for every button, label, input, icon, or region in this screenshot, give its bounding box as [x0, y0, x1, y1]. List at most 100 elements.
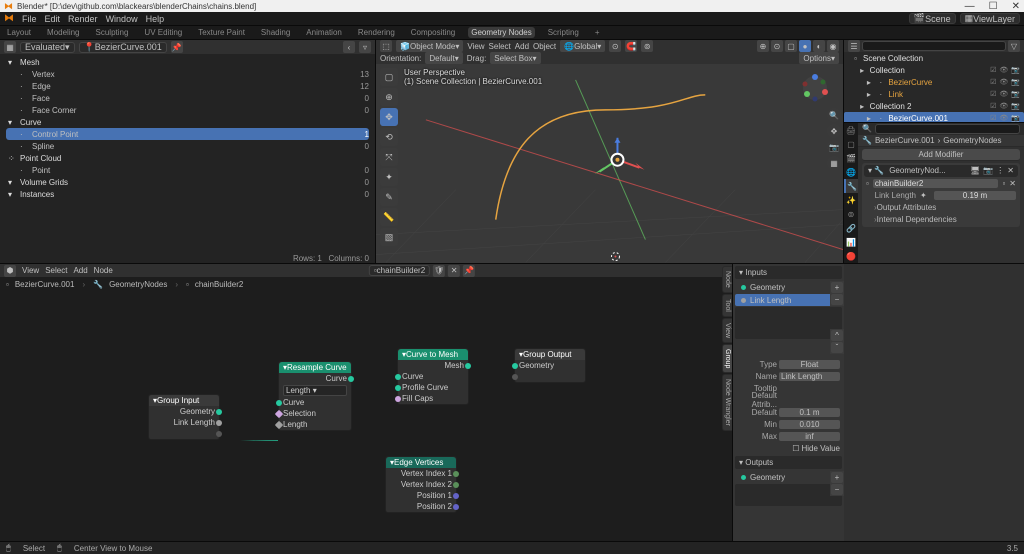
pin-group-icon[interactable]: 📌 [463, 265, 475, 277]
prop-tab-constraints-icon[interactable]: 🔗 [844, 221, 858, 235]
tab-add[interactable]: + [592, 27, 603, 38]
tool-select-icon[interactable]: ▢ [380, 68, 398, 86]
ne-tab-node[interactable]: Node [722, 266, 732, 293]
resample-mode[interactable]: Length ▾ [283, 385, 347, 396]
tab-texture[interactable]: Texture Paint [195, 27, 248, 38]
min-value[interactable]: 0.010 [779, 420, 840, 429]
zoom-icon[interactable]: 🔍 [827, 108, 841, 122]
orientation-global[interactable]: 🌐 Global ▾ [560, 40, 605, 52]
ne-menu-select[interactable]: Select [45, 266, 67, 275]
menu-render[interactable]: Render [68, 14, 98, 24]
ne-tab-wrangler[interactable]: Node Wrangler [722, 374, 732, 431]
tab-animation[interactable]: Animation [303, 27, 345, 38]
output-geometry[interactable]: Geometry [750, 473, 785, 482]
add-modifier-button[interactable]: Add Modifier [862, 149, 1020, 161]
spreadsheet-row[interactable]: ·Vertex13 [6, 68, 369, 80]
spreadsheet-row[interactable]: ·Face Corner0 [6, 104, 369, 116]
prop-tab-physics-icon[interactable]: ⊚ [844, 207, 858, 221]
scene-selector[interactable]: 🎬 Scene [909, 13, 956, 24]
maximize-icon[interactable]: ☐ [989, 1, 998, 12]
spreadsheet-row[interactable]: ▾Instances0 [6, 188, 369, 200]
outliner-row[interactable]: ▸Collection☑👁📷 [844, 64, 1024, 76]
output-remove-icon[interactable]: − [831, 484, 843, 495]
mode-selector[interactable]: 🧊 Object Mode ▾ [396, 40, 463, 52]
internal-dependencies[interactable]: Internal Dependencies [864, 213, 1018, 225]
prop-tab-render-icon[interactable]: 🖨 [844, 123, 858, 137]
ne-tab-group[interactable]: Group [722, 344, 732, 373]
viewlayer-selector[interactable]: ▦ ViewLayer [960, 13, 1020, 24]
tool-cursor-icon[interactable]: ⊕ [380, 88, 398, 106]
spreadsheet-type-icon[interactable]: ▦ [4, 41, 16, 53]
tab-layout[interactable]: Layout [4, 27, 34, 38]
nodegroup-name[interactable]: chainBuilder2 [873, 179, 999, 188]
menu-help[interactable]: Help [146, 14, 165, 24]
chevron-left-icon[interactable]: ‹ [343, 41, 355, 53]
spreadsheet-row[interactable]: ·Edge12 [6, 80, 369, 92]
outliner-row[interactable]: ▸·BezierCurve☑👁📷 [844, 76, 1024, 88]
editor-type-geo-icon[interactable]: ⬢ [4, 265, 16, 277]
shading-rendered-icon[interactable]: ◉ [827, 40, 839, 52]
node-edge-vertices[interactable]: ▾ Edge Vertices Vertex Index 1 Vertex In… [385, 456, 457, 513]
unlink-group-icon[interactable]: ✕ [448, 265, 460, 277]
node-group-input[interactable]: ▾ Group Input Geometry Link Length [148, 394, 220, 440]
spreadsheet-row[interactable]: ·Spline0 [6, 140, 369, 152]
filter-icon[interactable]: ▿ [359, 41, 371, 53]
spreadsheet-object[interactable]: 📍 BezierCurve.001 [79, 42, 167, 53]
mod-render-icon[interactable]: 📷 [983, 166, 993, 175]
spreadsheet-row[interactable]: ▾Volume Grids0 [6, 176, 369, 188]
prop-tab-material-icon[interactable]: 🔴 [844, 249, 858, 263]
editor-type-icon[interactable]: ⬚ [380, 40, 392, 52]
orientation-value[interactable]: Default ▾ [425, 52, 462, 64]
input-geometry[interactable]: Geometry [750, 283, 785, 292]
snap-icon[interactable]: 🧲 [625, 40, 637, 52]
tab-scripting[interactable]: Scripting [545, 27, 582, 38]
bc-object[interactable]: BezierCurve.001 [875, 136, 935, 145]
tool-measure-icon[interactable]: 📏 [380, 208, 398, 226]
outliner-row[interactable]: ▸Collection 2☑👁📷 [844, 100, 1024, 112]
input-remove-icon[interactable]: − [831, 294, 843, 305]
default-value[interactable]: 0.1 m [779, 408, 840, 417]
search-icon[interactable]: 🔍 [862, 124, 872, 133]
prop-tab-output-icon[interactable]: ▢ [844, 137, 858, 151]
gizmo-visibility-icon[interactable]: ⊕ [757, 40, 769, 52]
outputs-header[interactable]: ▾ Outputs [735, 456, 842, 469]
input-down-icon[interactable]: ˇ [831, 342, 843, 353]
minimize-icon[interactable]: — [965, 1, 975, 12]
pin-icon[interactable]: 📌 [171, 41, 183, 53]
fake-user-icon[interactable]: 🛡 [433, 265, 445, 277]
pivot-icon[interactable]: ⊙ [609, 40, 621, 52]
outliner-icon[interactable]: ☰ [848, 40, 860, 52]
type-select[interactable]: Float [779, 360, 840, 369]
tool-transform-icon[interactable]: ✦ [380, 168, 398, 186]
attr-toggle-icon[interactable]: ✦ [920, 191, 930, 200]
viewport-3d[interactable]: ⬚ 🧊 Object Mode ▾ View Select Add Object… [376, 40, 844, 263]
tool-addcube-icon[interactable]: ▧ [380, 228, 398, 246]
prop-tab-data-icon[interactable]: 📊 [844, 235, 858, 249]
spreadsheet-row[interactable]: ⁘Point Cloud [6, 152, 369, 164]
bc-mod[interactable]: GeometryNodes [109, 280, 167, 289]
ne-tab-tool[interactable]: Tool [722, 294, 732, 317]
bc-obj[interactable]: BezierCurve.001 [15, 280, 75, 289]
outliner-row[interactable]: ▸·BezierCurve.001☑👁📷 [844, 112, 1024, 123]
nodegroup-selector[interactable]: ▫ chainBuilder2 [369, 265, 430, 276]
menu-select[interactable]: Select [489, 42, 511, 51]
bc-group[interactable]: chainBuilder2 [195, 280, 243, 289]
menu-view[interactable]: View [467, 42, 484, 51]
spreadsheet-row[interactable]: ▾Curve [6, 116, 369, 128]
prop-search[interactable] [875, 124, 1020, 134]
ne-menu-view[interactable]: View [22, 266, 39, 275]
menu-add[interactable]: Add [515, 42, 529, 51]
overlay-icon[interactable]: ⊙ [771, 40, 783, 52]
node-curve-to-mesh[interactable]: ▾ Curve to Mesh Mesh Curve Profile Curve… [397, 348, 469, 405]
prop-tab-world-icon[interactable]: 🌐 [844, 165, 858, 179]
tab-geometry-nodes[interactable]: Geometry Nodes [468, 27, 534, 38]
link-length-value[interactable]: 0.19 m [934, 191, 1016, 200]
prop-tab-particles-icon[interactable]: ✨ [844, 193, 858, 207]
input-link-length[interactable]: Link Length [750, 296, 791, 305]
name-input[interactable]: Link Length [779, 372, 840, 381]
menu-edit[interactable]: Edit [45, 14, 61, 24]
hide-value-check[interactable]: ☐ [792, 444, 799, 453]
outliner-row[interactable]: ▫Scene Collection [844, 52, 1024, 64]
shading-material-icon[interactable]: ◐ [813, 40, 825, 52]
nodegroup-unlink-icon[interactable]: ✕ [1009, 179, 1016, 188]
